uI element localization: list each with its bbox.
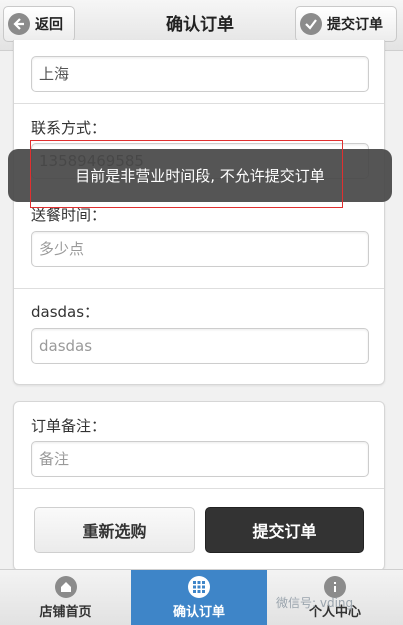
watermark-text: 微信号: vding (276, 596, 354, 610)
contact-label: 联系方式： (31, 119, 107, 137)
grid-icon (188, 575, 210, 598)
back-arrow-icon (8, 13, 30, 35)
delivery-time-input[interactable]: 多少点 (31, 231, 369, 267)
divider (14, 103, 384, 104)
submit-order-button[interactable]: 提交订单 (205, 507, 364, 553)
custom-field-input[interactable]: dasdas (31, 328, 369, 364)
header-submit-button[interactable]: 提交订单 (295, 6, 397, 42)
divider (14, 488, 384, 489)
order-info-card: 上海 联系方式： 13589469585 送餐时间： 多少点 dasdas： d… (13, 40, 385, 385)
nav-item-confirm-order[interactable]: 确认订单 (131, 570, 267, 625)
custom-field-label: dasdas： (31, 303, 100, 321)
remark-label: 订单备注： (31, 417, 107, 435)
highlight-box (30, 140, 343, 208)
address-input[interactable]: 上海 (31, 56, 369, 92)
home-icon (54, 575, 77, 598)
back-button-label: 返回 (35, 17, 63, 33)
back-button[interactable]: 返回 (3, 6, 75, 42)
nav-item-home[interactable]: 店铺首页 (0, 570, 131, 625)
nav-label-confirm-order: 确认订单 (172, 604, 225, 620)
remark-input[interactable]: 备注 (31, 441, 369, 477)
check-icon (300, 13, 322, 35)
nav-label-home: 店铺首页 (39, 604, 92, 620)
reselect-button[interactable]: 重新选购 (34, 507, 195, 553)
divider (14, 288, 384, 289)
header-submit-label: 提交订单 (327, 17, 383, 33)
